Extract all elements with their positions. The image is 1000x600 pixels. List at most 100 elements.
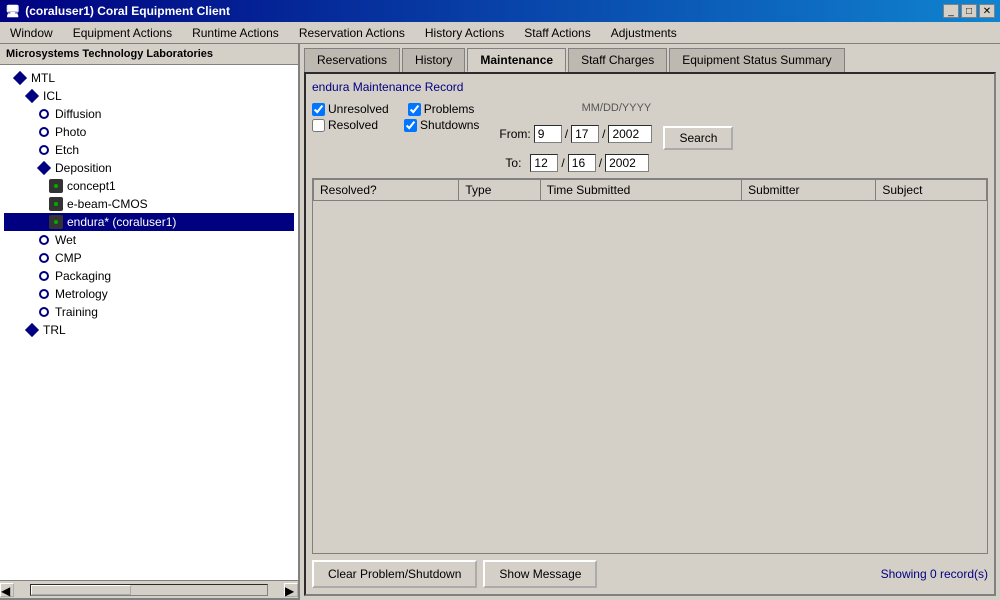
tree-label-icl: ICL [43, 89, 62, 103]
filter-checkboxes: Unresolved Problems Resolved Shutdowns [312, 102, 479, 132]
tree-node-endura[interactable]: endura* (coraluser1) [4, 213, 294, 231]
scroll-left-button[interactable]: ◀ [0, 583, 14, 597]
problems-label: Problems [424, 102, 475, 116]
scroll-right-button[interactable]: ▶ [284, 583, 298, 597]
clear-problem-shutdown-button[interactable]: Clear Problem/Shutdown [312, 560, 477, 588]
record-title: endura Maintenance Record [312, 80, 988, 94]
from-sep1: / [565, 127, 568, 141]
date-format-hint: MM/DD/YYYY [499, 102, 733, 114]
date-filter-area: MM/DD/YYYY From: / / Search To: / [499, 102, 733, 172]
from-label: From: [499, 127, 530, 141]
tree-node-e-beam-cmos[interactable]: e-beam-CMOS [4, 195, 294, 213]
diamond-icon [24, 88, 40, 104]
tree-label-mtl: MTL [31, 71, 55, 85]
app-icon: 🖥 [5, 4, 20, 18]
tab-equipment-status[interactable]: Equipment Status Summary [669, 48, 844, 72]
title-bar: 🖥 (coraluser1) Coral Equipment Client _ … [0, 0, 1000, 22]
tree-node-deposition[interactable]: Deposition [4, 159, 294, 177]
tree-node-photo[interactable]: Photo [4, 123, 294, 141]
from-date-row: From: / / Search [499, 118, 733, 150]
tree-label-metrology: Metrology [55, 287, 108, 301]
tree-node-packaging[interactable]: Packaging [4, 267, 294, 285]
traffic-icon [48, 214, 64, 230]
circle-icon [36, 232, 52, 248]
unresolved-row: Unresolved Problems [312, 102, 479, 116]
main-layout: Microsystems Technology Laboratories MTL… [0, 44, 1000, 600]
tree-label-concept1: concept1 [67, 179, 116, 193]
resolved-label: Resolved [328, 118, 378, 132]
tree-label-deposition: Deposition [55, 161, 112, 175]
left-panel: Microsystems Technology Laboratories MTL… [0, 44, 300, 600]
to-year-input[interactable] [605, 154, 649, 172]
bottom-action-bar: Clear Problem/Shutdown Show Message Show… [312, 560, 988, 588]
col-subject: Subject [876, 180, 987, 201]
filter-area: Unresolved Problems Resolved Shutdowns M… [312, 102, 988, 172]
tab-bar: Reservations History Maintenance Staff C… [304, 48, 996, 72]
from-month-input[interactable] [534, 125, 562, 143]
tree-node-wet[interactable]: Wet [4, 231, 294, 249]
col-type: Type [459, 180, 540, 201]
menu-equipment-actions[interactable]: Equipment Actions [67, 24, 178, 42]
window-title: (coraluser1) Coral Equipment Client [25, 4, 230, 18]
to-month-input[interactable] [530, 154, 558, 172]
tree-node-metrology[interactable]: Metrology [4, 285, 294, 303]
traffic-icon [48, 178, 64, 194]
tab-reservations[interactable]: Reservations [304, 48, 400, 72]
tree-container: MTL ICL Diffusion Photo Etch Deposition concep… [0, 65, 298, 580]
circle-icon [36, 106, 52, 122]
menu-window[interactable]: Window [4, 24, 59, 42]
menu-bar: Window Equipment Actions Runtime Actions… [0, 22, 1000, 44]
unresolved-checkbox[interactable] [312, 103, 325, 116]
tree-label-etch: Etch [55, 143, 79, 157]
tree-node-etch[interactable]: Etch [4, 141, 294, 159]
circle-icon [36, 268, 52, 284]
tree-node-trl[interactable]: TRL [4, 321, 294, 339]
resolved-checkbox[interactable] [312, 119, 325, 132]
tree-node-mtl[interactable]: MTL [4, 69, 294, 87]
circle-icon [36, 286, 52, 302]
scrollbar-track[interactable] [30, 584, 268, 596]
scrollbar-thumb[interactable] [31, 585, 131, 595]
problems-checkbox[interactable] [408, 103, 421, 116]
tab-history[interactable]: History [402, 48, 465, 72]
tab-staff-charges[interactable]: Staff Charges [568, 48, 667, 72]
from-year-input[interactable] [608, 125, 652, 143]
horizontal-scrollbar[interactable]: ◀ ▶ [0, 580, 298, 598]
circle-icon [36, 250, 52, 266]
minimize-button[interactable]: _ [943, 4, 959, 18]
col-time-submitted: Time Submitted [540, 180, 741, 201]
diamond-icon [36, 160, 52, 176]
close-button[interactable]: ✕ [979, 4, 995, 18]
tree-node-diffusion[interactable]: Diffusion [4, 105, 294, 123]
tree-node-concept1[interactable]: concept1 [4, 177, 294, 195]
maintenance-table: Resolved? Type Time Submitted Submitter … [313, 179, 987, 201]
show-message-button[interactable]: Show Message [483, 560, 597, 588]
tree-label-cmp: CMP [55, 251, 82, 265]
circle-icon [36, 304, 52, 320]
tree-label-diffusion: Diffusion [55, 107, 101, 121]
menu-adjustments[interactable]: Adjustments [605, 24, 683, 42]
to-date-row: To: / / [499, 154, 733, 172]
title-bar-buttons: _ □ ✕ [943, 4, 995, 18]
diamond-icon [12, 70, 28, 86]
menu-reservation-actions[interactable]: Reservation Actions [293, 24, 411, 42]
menu-staff-actions[interactable]: Staff Actions [518, 24, 597, 42]
from-day-input[interactable] [571, 125, 599, 143]
circle-icon [36, 124, 52, 140]
circle-icon [36, 142, 52, 158]
menu-history-actions[interactable]: History Actions [419, 24, 510, 42]
resolved-row: Resolved Shutdowns [312, 118, 479, 132]
col-submitter: Submitter [742, 180, 876, 201]
tree-node-training[interactable]: Training [4, 303, 294, 321]
title-bar-left: 🖥 (coraluser1) Coral Equipment Client [5, 4, 230, 18]
menu-runtime-actions[interactable]: Runtime Actions [186, 24, 285, 42]
to-day-input[interactable] [568, 154, 596, 172]
tab-maintenance[interactable]: Maintenance [467, 48, 566, 72]
content-panel: endura Maintenance Record Unresolved Pro… [304, 72, 996, 596]
search-button[interactable]: Search [663, 126, 733, 150]
tree-node-icl[interactable]: ICL [4, 87, 294, 105]
to-sep1: / [561, 156, 564, 170]
tree-node-cmp[interactable]: CMP [4, 249, 294, 267]
shutdowns-checkbox[interactable] [404, 119, 417, 132]
maximize-button[interactable]: □ [961, 4, 977, 18]
